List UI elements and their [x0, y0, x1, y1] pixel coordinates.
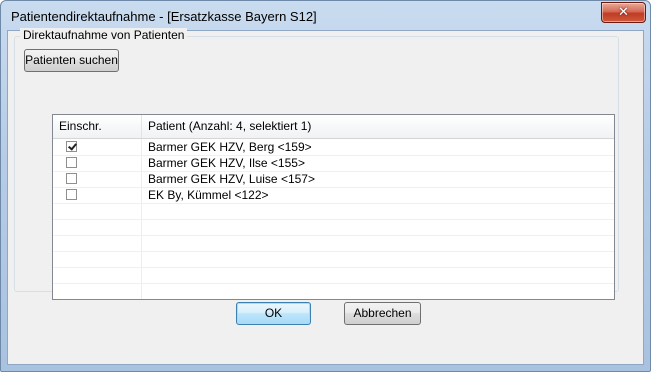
row-checkbox[interactable]: [66, 157, 77, 168]
patient-cell: Barmer GEK HZV, Luise <157>: [148, 172, 315, 186]
row-checkbox[interactable]: [66, 189, 77, 200]
cancel-button[interactable]: Abbrechen: [344, 302, 421, 325]
empty-row: [53, 251, 614, 268]
close-icon: ✕: [618, 5, 629, 20]
patient-list[interactable]: Einschr. Patient (Anzahl: 4, selektiert …: [52, 114, 615, 300]
group-label: Direktaufnahme von Patienten: [20, 28, 188, 42]
patient-cell: Barmer GEK HZV, Ilse <155>: [148, 156, 305, 170]
column-header-restriction[interactable]: Einschr.: [53, 115, 142, 138]
table-row[interactable]: Barmer GEK HZV, Luise <157>: [53, 171, 614, 188]
empty-row: [53, 267, 614, 284]
empty-row: [53, 219, 614, 236]
column-header-patient[interactable]: Patient (Anzahl: 4, selektiert 1): [142, 115, 614, 138]
search-patients-button[interactable]: Patienten suchen: [24, 49, 119, 72]
empty-row: [53, 235, 614, 252]
empty-row: [53, 203, 614, 220]
patient-cell: EK By, Kümmel <122>: [148, 188, 269, 202]
patient-cell: Barmer GEK HZV, Berg <159>: [148, 140, 312, 154]
row-checkbox[interactable]: [66, 141, 77, 152]
row-checkbox[interactable]: [66, 173, 77, 184]
empty-row: [53, 283, 614, 299]
title-bar[interactable]: Patientendirektaufnahme - [Ersatzkasse B…: [1, 1, 650, 31]
list-body: Barmer GEK HZV, Berg <159> Barmer GEK HZ…: [53, 139, 614, 299]
window-title: Patientendirektaufnahme - [Ersatzkasse B…: [11, 9, 317, 24]
table-row[interactable]: EK By, Kümmel <122>: [53, 187, 614, 204]
table-row[interactable]: Barmer GEK HZV, Berg <159>: [53, 139, 614, 156]
list-header: Einschr. Patient (Anzahl: 4, selektiert …: [53, 115, 614, 139]
table-row[interactable]: Barmer GEK HZV, Ilse <155>: [53, 155, 614, 172]
ok-button[interactable]: OK: [236, 302, 311, 325]
close-button[interactable]: ✕: [601, 2, 646, 23]
